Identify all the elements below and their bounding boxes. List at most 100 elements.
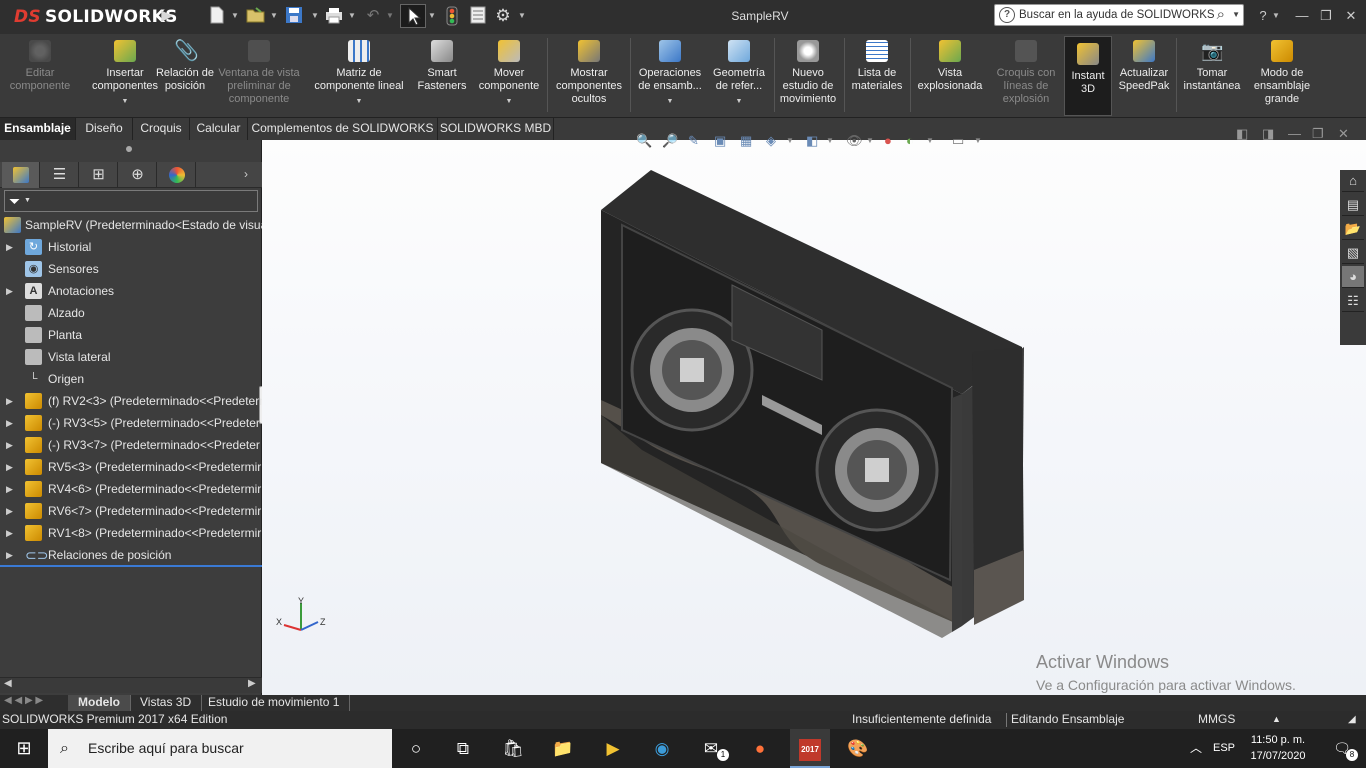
solidworks-taskbar-icon[interactable]: 2017 xyxy=(790,729,830,768)
open-dropdown-icon[interactable]: ▼ xyxy=(270,9,278,23)
dynamic-annotation-icon[interactable]: ▦ xyxy=(740,132,752,150)
open-folder-icon[interactable] xyxy=(246,6,266,26)
help-menu-dropdown-icon[interactable]: ▼ xyxy=(1272,9,1280,23)
scroll-right-icon[interactable]: ▶ xyxy=(248,678,256,689)
move-component-dropdown-icon[interactable]: ▼ xyxy=(475,95,543,108)
graphics-area[interactable]: 🔍 🔎 ✎ ▣ ▦ ◈ ▼ ◧ ▼ 👁 ▼ ● ◐ ▼ ▭ ▼ ◧ ◨ — ❐ … xyxy=(262,126,1366,695)
tree-item-rv1-8[interactable]: ▶ RV1<8> (Predeterminado<<Predetermir xyxy=(0,522,262,544)
tab-ensamblaje[interactable]: Ensamblaje xyxy=(0,118,76,140)
panel-collapse-dot-icon[interactable] xyxy=(126,146,132,152)
save-icon[interactable] xyxy=(285,6,303,26)
task-view-icon[interactable]: ⧉ xyxy=(443,729,483,768)
view-settings-icon[interactable]: ▭ xyxy=(952,132,964,150)
mail-icon[interactable]: ✉ 1 xyxy=(691,729,731,768)
media-player-icon[interactable]: ▶ xyxy=(593,729,633,768)
print-dropdown-icon[interactable]: ▼ xyxy=(348,9,356,23)
select-tool-button[interactable] xyxy=(400,4,426,28)
taskbar-search-input[interactable]: ⌕ Escribe aquí para buscar xyxy=(48,729,392,768)
edge-browser-icon[interactable]: ◉ xyxy=(642,729,682,768)
tree-item-rv4-6[interactable]: ▶ RV4<6> (Predeterminado<<Predetermir xyxy=(0,478,262,500)
expand-arrow-icon[interactable]: ▶ xyxy=(6,412,13,434)
tab-scroll-left-icon[interactable]: ◀ ◀ ▶ ▶ xyxy=(4,695,43,706)
new-document-icon[interactable] xyxy=(208,6,226,26)
file-properties-icon[interactable] xyxy=(469,6,487,26)
update-speedpak-button[interactable]: Actualizar SpeedPak xyxy=(1114,34,1174,118)
tree-item-vista-lateral[interactable]: Vista lateral xyxy=(0,346,262,368)
options-dropdown-icon[interactable]: ▼ xyxy=(518,9,526,23)
task-pane-view-palette-icon[interactable]: ▧ xyxy=(1342,242,1364,264)
tree-item-rv3-7[interactable]: ▶ (-) RV3<7> (Predeterminado<<Predeter xyxy=(0,434,262,456)
tree-item-rv3-5[interactable]: ▶ (-) RV3<5> (Predeterminado<<Predeter xyxy=(0,412,262,434)
store-icon[interactable]: 🛍 xyxy=(493,729,533,768)
status-resize-grip-icon[interactable]: ◢ xyxy=(1348,711,1356,728)
firefox-icon[interactable]: ● xyxy=(740,729,780,768)
expand-arrow-icon[interactable]: ▶ xyxy=(6,236,13,258)
hide-show-dropdown-icon[interactable]: ▼ xyxy=(866,132,874,150)
expand-arrow-icon[interactable]: ▶ xyxy=(6,478,13,500)
viewport-minimize-icon[interactable]: — xyxy=(1288,126,1301,141)
panel-tabs-more-icon[interactable]: › xyxy=(244,162,258,188)
view-orientation-icon[interactable]: ◈ xyxy=(766,132,776,150)
mate-button[interactable]: 📎 Relación de posición xyxy=(155,34,215,118)
edit-component-button[interactable]: Editar componente xyxy=(2,34,78,118)
tab-dimxpert-manager[interactable]: ⊕ xyxy=(119,162,157,188)
tab-croquis[interactable]: Croquis xyxy=(133,118,190,140)
tree-item-anotaciones[interactable]: ▶ A Anotaciones xyxy=(0,280,262,302)
smart-fasteners-button[interactable]: Smart Fasteners xyxy=(414,34,470,118)
show-hidden-components-button[interactable]: Mostrar componentes ocultos xyxy=(550,34,628,118)
expand-arrow-icon[interactable]: ▶ xyxy=(6,456,13,478)
expand-arrow-icon[interactable]: ▶ xyxy=(6,522,13,544)
file-explorer-icon[interactable]: 📁 xyxy=(543,729,583,768)
tree-item-origen[interactable]: └ Origen xyxy=(0,368,262,390)
assembly-features-dropdown-icon[interactable]: ▼ xyxy=(633,95,707,108)
tab-vistas-3d[interactable]: Vistas 3D xyxy=(130,695,203,711)
status-units[interactable]: MMGS xyxy=(1198,711,1235,728)
scroll-left-icon[interactable]: ◀ xyxy=(4,678,12,689)
new-dropdown-icon[interactable]: ▼ xyxy=(231,9,239,23)
print-icon[interactable] xyxy=(324,6,344,26)
cortana-icon[interactable]: ○ xyxy=(396,729,436,768)
viewport-tile-right-icon[interactable]: ◨ xyxy=(1262,126,1274,142)
zoom-to-fit-icon[interactable]: 🔍 xyxy=(636,132,652,150)
task-pane-appearances-icon[interactable]: ◕ xyxy=(1342,266,1364,288)
notifications-icon[interactable]: 🗨 8 xyxy=(1322,729,1362,768)
exploded-view-button[interactable]: Vista explosionada xyxy=(912,34,988,118)
tree-item-sensores[interactable]: ◉ Sensores xyxy=(0,258,262,280)
tree-horizontal-scrollbar[interactable]: ◀ ▶ xyxy=(0,677,262,693)
linear-pattern-dropdown-icon[interactable]: ▼ xyxy=(305,95,413,108)
tree-rollback-bar[interactable] xyxy=(0,565,262,567)
task-pane-home-icon[interactable]: ⌂ xyxy=(1342,170,1364,192)
tab-diseno[interactable]: Diseño xyxy=(76,118,133,140)
reference-geometry-dropdown-icon[interactable]: ▼ xyxy=(706,95,772,108)
viewport-restore-icon[interactable]: ❐ xyxy=(1312,126,1324,142)
taskbar-clock[interactable]: 11:50 p. m. 17/07/2020 xyxy=(1238,732,1318,764)
task-pane-file-explorer-icon[interactable]: 📂 xyxy=(1342,218,1364,240)
viewport-tile-left-icon[interactable]: ◧ xyxy=(1236,126,1248,142)
task-pane-custom-properties-icon[interactable]: ☷ xyxy=(1342,290,1364,312)
zoom-to-area-icon[interactable]: 🔎 xyxy=(662,132,678,150)
menu-expand-icon[interactable]: ▶ xyxy=(160,6,174,26)
restore-window-icon[interactable]: ❐ xyxy=(1315,6,1337,26)
reference-geometry-button[interactable]: Geometría de refer... ▼ xyxy=(706,34,772,118)
select-dropdown-icon[interactable]: ▼ xyxy=(428,9,436,23)
new-motion-study-button[interactable]: Nuevo estudio de movimiento xyxy=(775,34,841,118)
help-search-dropdown-icon[interactable]: ▼ xyxy=(1232,5,1240,25)
display-style-icon[interactable]: ◧ xyxy=(806,132,818,150)
task-pane-resources-icon[interactable]: ▤ xyxy=(1342,194,1364,216)
tab-feature-manager[interactable] xyxy=(2,162,40,188)
rebuild-icon[interactable] xyxy=(445,6,459,26)
tree-item-rv2-3[interactable]: ▶ (f) RV2<3> (Predeterminado<<Predetern xyxy=(0,390,262,412)
instant-3d-button[interactable]: Instant 3D xyxy=(1064,36,1112,116)
help-menu-icon[interactable]: ? xyxy=(1252,6,1274,26)
tab-modelo[interactable]: Modelo xyxy=(68,695,131,711)
search-icon[interactable]: ⌕ xyxy=(1217,5,1225,25)
tab-configuration-manager[interactable]: ⊞ xyxy=(80,162,118,188)
explode-line-sketch-button[interactable]: Croquis con líneas de explosión xyxy=(990,34,1062,118)
tree-item-rv5-3[interactable]: ▶ RV5<3> (Predeterminado<<Predetermir xyxy=(0,456,262,478)
component-preview-window-button[interactable]: Ventana de vista preliminar de component… xyxy=(214,34,304,118)
expand-arrow-icon[interactable]: ▶ xyxy=(6,280,13,302)
tab-display-manager[interactable] xyxy=(158,162,196,188)
tree-root-assembly[interactable]: SampleRV (Predeterminado<Estado de visua xyxy=(0,214,262,236)
tab-solidworks-mbd[interactable]: SOLIDWORKS MBD xyxy=(438,118,554,140)
minimize-window-icon[interactable]: — xyxy=(1291,6,1313,26)
